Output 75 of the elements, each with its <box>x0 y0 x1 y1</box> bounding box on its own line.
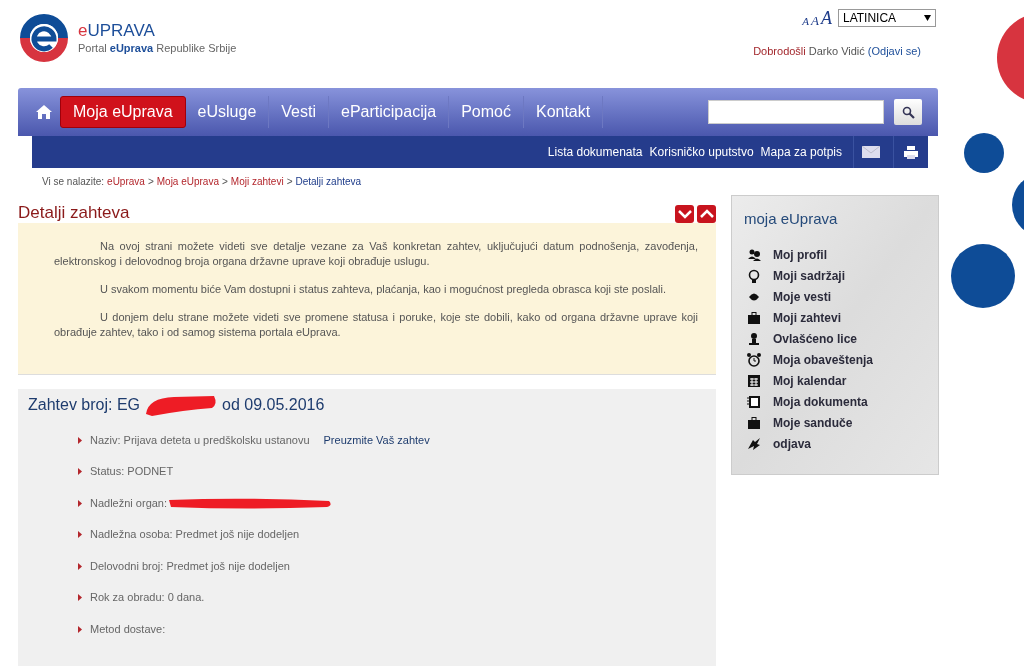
field-text: Metod dostave: <box>90 621 166 637</box>
site-subtitle: Portal eUprava Republike Srbije <box>78 41 237 56</box>
nav-tab[interactable]: eParticipacija <box>329 96 450 128</box>
sidebar-link[interactable]: Moje vesti <box>747 288 938 306</box>
user-name: Darko Vidić <box>808 44 865 59</box>
sidebar-link[interactable]: Moje sanduče <box>747 414 938 432</box>
sub-nav-link[interactable]: Mapa za potpis <box>760 143 842 161</box>
dropdown-arrow-icon <box>924 15 931 21</box>
sidebar-title: moja eUprava <box>744 209 839 229</box>
breadcrumb-link[interactable]: Moja eUprava <box>156 174 219 188</box>
nav-tab[interactable]: Kontakt <box>523 96 604 128</box>
sidebar-link[interactable]: odjava <box>747 435 938 453</box>
info-paragraph: U svakom momentu biće Vam dostupni i status zahteva, plaćanja, kao i mogućnost pregleda obrasca koji ste poslali. <box>99 282 667 297</box>
sidebar-link[interactable]: Moja dokumenta <box>747 393 938 411</box>
sub-nav-link[interactable]: Lista dokumenata <box>547 143 643 161</box>
breadcrumb-current: Detalji zahteva <box>295 175 362 188</box>
breadcrumb-separator: > <box>222 175 228 188</box>
script-select[interactable]: LATINICA <box>838 9 936 27</box>
field-text: Nadležna osoba: Predmet još nije dodeljen <box>90 527 300 543</box>
users-icon <box>747 248 761 262</box>
breadcrumb-separator: > <box>286 175 293 188</box>
nav-tab[interactable]: Vesti <box>269 96 329 128</box>
breadcrumb-label: Vi se nalazite: <box>42 175 105 188</box>
request-date: od 09.05.2016 <box>222 395 325 415</box>
sidebar-link[interactable]: Moji sadržaji <box>747 267 938 285</box>
lightbulb-icon <box>747 269 761 283</box>
search-field[interactable] <box>708 100 884 124</box>
collapse-button[interactable] <box>697 205 716 223</box>
bullet-icon <box>78 468 82 475</box>
person-icon <box>747 332 761 346</box>
sidebar-link[interactable]: Moj kalendar <box>747 372 938 390</box>
bullet-icon <box>78 562 82 570</box>
breadcrumb-link[interactable]: eUprava <box>107 174 145 188</box>
nav-tab[interactable]: eUsluge <box>185 96 270 128</box>
field-text: Nadležni organ: <box>90 495 168 511</box>
briefcase-icon <box>747 416 761 430</box>
nav-tab[interactable]: Pomoć <box>449 96 524 128</box>
sidebar-link[interactable]: Moja obaveštenja <box>747 351 938 369</box>
bullet-icon <box>78 499 82 507</box>
notebook-icon <box>747 395 761 409</box>
nav-tab[interactable]: Moja eUprava <box>60 96 186 128</box>
font-size-button[interactable]: A <box>821 9 832 27</box>
sidebar-link[interactable]: Ovlašćeno lice <box>747 330 938 348</box>
info-paragraph: Na ovoj strani možete videti sve detalje vezane za Vaš konkretan zahtev, uključujući datum podnošenja, zavođenja, elektronskog i delovodnog broja organa državne uprave koji obrađuje uslugu. <box>54 239 698 269</box>
breadcrumb-link[interactable]: Moji zahtevi <box>230 174 284 188</box>
download-request-link[interactable]: Preuzmite Vaš zahtev <box>323 431 430 449</box>
sub-nav-link[interactable]: Korisničko uputstvo <box>649 143 754 161</box>
bullet-icon <box>78 625 82 633</box>
briefcase-icon <box>747 311 761 325</box>
logout-icon <box>747 437 761 451</box>
bullet-icon <box>78 531 82 538</box>
welcome-text: Dobrodošli <box>753 44 806 59</box>
print-icon[interactable] <box>893 136 918 168</box>
font-size-button[interactable]: A <box>811 14 819 27</box>
bullet-icon <box>78 436 82 444</box>
sidebar-link[interactable]: Moj profil <box>747 246 938 264</box>
search-icon <box>901 105 915 119</box>
field-text: Delovodni broj: Predmet još nije dodeljen <box>90 558 290 574</box>
logout-link[interactable]: (Odjavi se) <box>867 43 921 60</box>
site-title: eUPRAVA <box>78 22 156 40</box>
expand-button[interactable] <box>675 205 694 223</box>
request-number-label: Zahtev broj: EG <box>28 395 141 415</box>
search-button[interactable] <box>894 99 922 125</box>
bullet-icon <box>78 594 82 601</box>
section-title: Detalji zahteva <box>18 203 130 223</box>
sidebar-link[interactable]: Moji zahtevi <box>747 309 938 327</box>
info-paragraph: U donjem delu strane možete videti sve promene statusa i poruke, koje ste dobili, kako od organa državne uprave koji obrađuje zahtev, tako i od samog sistema portala eUprava. <box>54 310 698 340</box>
field-text: Rok za obradu: 0 dana. <box>90 590 205 606</box>
field-text: Status: PODNET <box>90 464 174 480</box>
field-text: Naziv: Prijava deteta u predškolsku ustanovu <box>90 432 310 448</box>
breadcrumb-separator: > <box>147 175 154 188</box>
alarm-clock-icon <box>747 353 761 367</box>
calendar-icon <box>747 374 761 388</box>
font-size-button[interactable]: A <box>802 16 810 27</box>
logo-icon <box>18 12 70 64</box>
